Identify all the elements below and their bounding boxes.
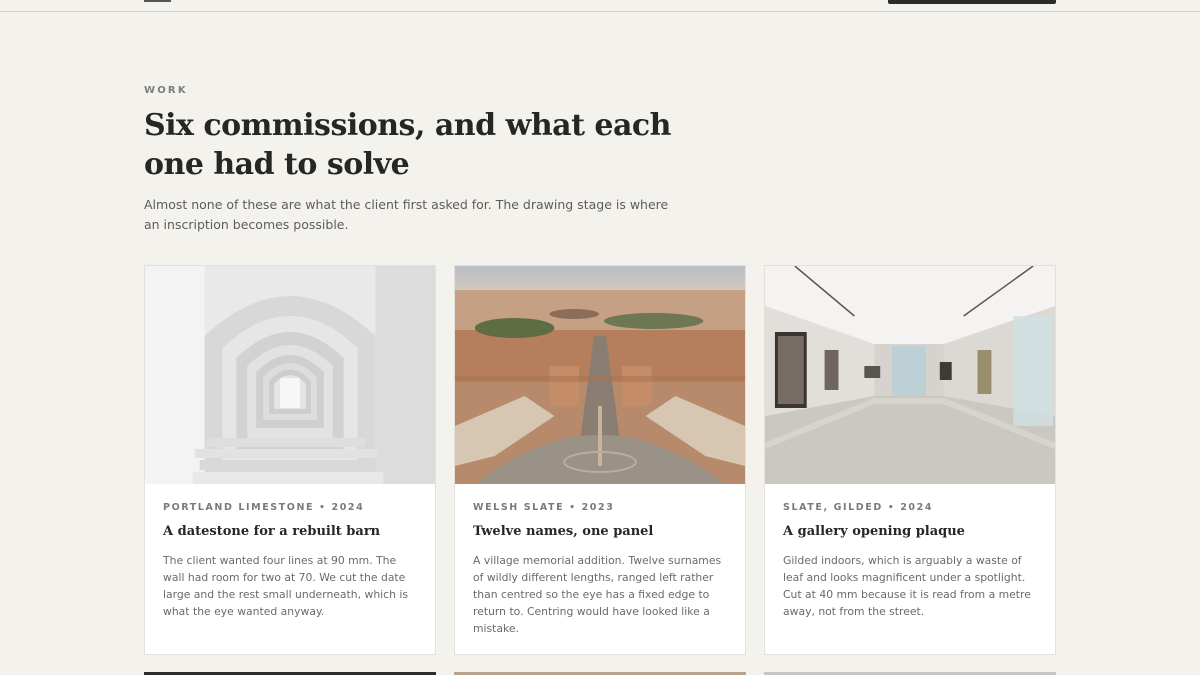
card-material: SLATE, GILDED xyxy=(783,502,883,513)
card-material: PORTLAND LIMESTONE xyxy=(163,502,315,513)
card-title[interactable]: A datestone for a rebuilt barn xyxy=(163,524,417,539)
card-material: WELSH SLATE xyxy=(473,502,565,513)
card-image-gallery xyxy=(765,266,1055,484)
meta-separator: • xyxy=(887,502,896,513)
work-grid: PORTLAND LIMESTONE • 2024 A datestone fo… xyxy=(144,265,1056,655)
card-year: 2024 xyxy=(331,502,365,513)
card-image-arches xyxy=(145,266,435,484)
section-heading: Six commissions, and what each one had t… xyxy=(144,108,671,182)
top-navigation-bar xyxy=(0,0,1200,12)
card-image-city-square xyxy=(455,266,745,484)
card-meta: SLATE, GILDED • 2024 xyxy=(783,502,1037,513)
contact-button[interactable] xyxy=(888,0,1056,4)
card-description: The client wanted four lines at 90 mm. T… xyxy=(163,554,408,618)
meta-separator: • xyxy=(319,502,327,513)
card-description: A village memorial addition. Twelve surn… xyxy=(473,554,722,635)
card-title[interactable]: Twelve names, one panel xyxy=(473,524,727,539)
meta-separator: • xyxy=(569,502,577,513)
card-description: Gilded indoors, which is arguably a wast… xyxy=(783,554,1031,618)
card-meta: WELSH SLATE • 2023 xyxy=(473,502,727,513)
card-title[interactable]: A gallery opening plaque xyxy=(783,524,1037,539)
work-card-datestone[interactable]: PORTLAND LIMESTONE • 2024 A datestone fo… xyxy=(144,265,436,655)
card-year: 2024 xyxy=(900,502,934,513)
work-card-memorial[interactable]: WELSH SLATE • 2023 Twelve names, one pan… xyxy=(454,265,746,655)
section-intro: Almost none of these are what the client… xyxy=(144,197,669,232)
logo-mark[interactable] xyxy=(144,0,171,2)
section-eyebrow: WORK xyxy=(144,85,188,96)
work-card-plaque[interactable]: SLATE, GILDED • 2024 A gallery opening p… xyxy=(764,265,1056,655)
card-year: 2023 xyxy=(581,502,615,513)
card-meta: PORTLAND LIMESTONE • 2024 xyxy=(163,502,417,513)
